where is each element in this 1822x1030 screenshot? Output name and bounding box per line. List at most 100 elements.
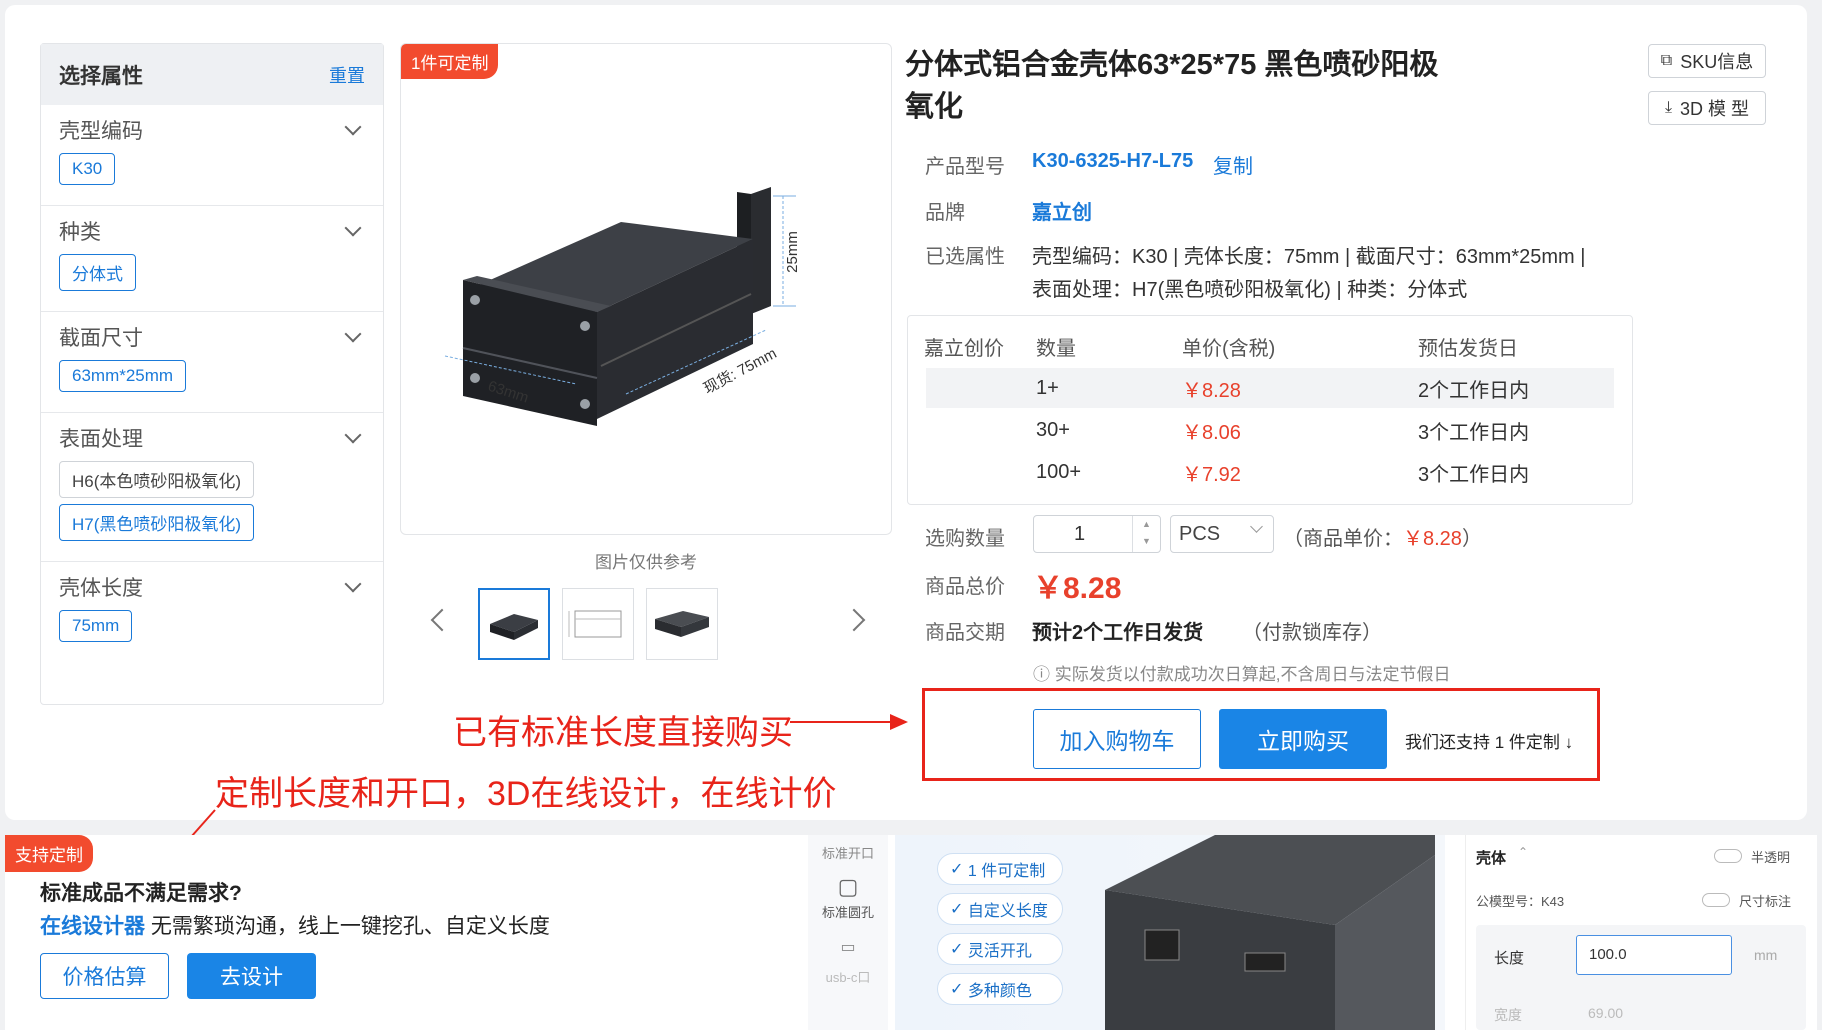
product-title: 分体式铝合金壳体63*25*75 黑色喷砂阳极 氧化 (905, 44, 1505, 128)
copy-icon: ⧉ (1660, 52, 1673, 69)
filter-section-type: 种类 分体式 (41, 206, 383, 312)
buy-now-button[interactable]: 立即购买 (1219, 709, 1387, 769)
stepper-arrows[interactable]: ▲ ▼ (1132, 516, 1160, 552)
chevron-right-icon[interactable] (842, 608, 866, 632)
tier-qty: 30+ (1036, 418, 1070, 441)
filter-section-section-size: 截面尺寸 63mm*25mm (41, 312, 383, 413)
image-note: 图片仅供参考 (595, 553, 697, 572)
go-design-button[interactable]: 去设计 (187, 953, 316, 999)
designer-side-panel: 标准开口 ▢ 标准圆孔 ▭ usb-c口 (808, 835, 888, 1030)
hint-text: 实际发货以付款成功次日算起,不含周日与法定节假日 (1054, 665, 1451, 684)
length-unit: mm (1754, 947, 1778, 963)
tier-ship: 3个工作日内 (1418, 421, 1530, 444)
filter-section-header[interactable]: 壳体长度 (59, 572, 365, 602)
filter-section-header[interactable]: 表面处理 (59, 423, 365, 453)
hole-icon: ▢ (837, 874, 859, 899)
info-icon: ⓘ (1033, 665, 1055, 684)
unit-price-suffix: ） (1461, 528, 1482, 550)
delivery-value: 预计2个工作日发货 (1032, 622, 1204, 644)
header-price-tier: 嘉立创价 (924, 337, 1004, 360)
chevron-up-icon[interactable]: ⌃ (1518, 845, 1528, 859)
unit-value: PCS (1179, 523, 1221, 545)
arrow-down-icon: ↓ (1564, 733, 1574, 752)
annotation-custom-design: 定制长度和开口，3D在线设计，在线计价 (215, 775, 837, 813)
unit-price-prefix: （商品单价： (1283, 528, 1403, 550)
download-icon: ⤓ (1664, 99, 1673, 116)
option-h6[interactable]: H6(本色喷砂阳极氧化) (59, 461, 255, 498)
total-price: ￥8.28 (1033, 572, 1122, 605)
price-estimate-button[interactable]: 价格估算 (40, 953, 169, 999)
brand-label: 品牌 (925, 202, 965, 224)
enclosure-image: 25mm 63mm 现货: 75mm (444, 187, 801, 426)
chevron-down-icon[interactable] (344, 426, 362, 444)
feature-label: 自定义长度 (967, 903, 1048, 920)
filter-title: 选择属性 (59, 64, 143, 88)
tier-ship: 3个工作日内 (1418, 463, 1530, 486)
copy-button[interactable]: 复制 (1213, 150, 1253, 179)
title-line-2: 氧化 (905, 91, 964, 123)
chevron-down-icon[interactable] (344, 325, 362, 343)
feature-flexible-holes: ✓ 灵活开孔 (937, 933, 1063, 965)
dim-height-label: 25mm (784, 231, 801, 273)
filter-section-header[interactable]: 种类 (59, 216, 365, 246)
filter-section-header[interactable]: 壳型编码 (59, 115, 365, 145)
price-table: 嘉立创价 数量 单价(含税) 预估发货日 1+ ￥8.28 2个工作日内 30+… (907, 315, 1633, 505)
decrement-icon[interactable]: ▼ (1133, 533, 1160, 550)
option-k30[interactable]: K30 (59, 153, 116, 185)
dimension-toggle[interactable] (1702, 893, 1730, 907)
chevron-down-icon[interactable] (1250, 520, 1263, 533)
delivery-note: （付款锁库存） (1242, 622, 1382, 644)
model3d-button-label: 3D 模 型 (1680, 99, 1750, 119)
chevron-down-icon[interactable] (344, 118, 362, 136)
add-to-cart-button[interactable]: 加入购物车 (1033, 709, 1201, 769)
designer-properties-panel: 壳体 ⌃ 半透明 公模型号：K43 尺寸标注 长度 100.0 mm 宽度 69… (1465, 835, 1817, 1030)
promo-desc-text: 无需繁琐沟通，线上一键挖孔、自定义长度 (145, 915, 550, 938)
side-standard-round[interactable]: 标准圆孔 (808, 902, 888, 921)
option-63x25[interactable]: 63mm*25mm (59, 360, 187, 392)
feature-colors: ✓ 多种颜色 (937, 973, 1063, 1005)
reset-button[interactable]: 重置 (329, 62, 365, 88)
option-75mm[interactable]: 75mm (59, 610, 133, 642)
price-table-header: 嘉立创价 数量 单价(含税) 预估发货日 (924, 326, 1614, 366)
brand-link[interactable]: 嘉立创 (1032, 196, 1092, 225)
translucent-label: 半透明 (1751, 850, 1791, 865)
model-3d-button[interactable]: ⤓ 3D 模 型 (1648, 91, 1766, 125)
sku-info-button[interactable]: ⧉ SKU信息 (1648, 44, 1766, 78)
designer-link[interactable]: 在线设计器 (40, 915, 145, 938)
side-standard-opening[interactable]: 标准开口 (808, 843, 888, 862)
filter-label: 截面尺寸 (59, 327, 143, 350)
unit-select[interactable]: PCS (1170, 515, 1274, 553)
price-row: 1+ ￥8.28 2个工作日内 (926, 368, 1614, 408)
qty-label: 选购数量 (925, 528, 1005, 550)
chevron-down-icon[interactable] (344, 575, 362, 593)
attributes-label: 已选属性 (925, 246, 1005, 268)
thumbnail-2[interactable] (562, 588, 634, 660)
feature-label: 多种颜色 (967, 983, 1032, 1000)
unit-price-value: ￥8.28 (1403, 528, 1462, 550)
translucent-toggle[interactable] (1714, 849, 1742, 863)
chevron-down-icon[interactable] (344, 219, 362, 237)
tier-price: ￥8.06 (1182, 421, 1241, 444)
custom-support-link[interactable]: 我们还支持 1 件定制 ↓ (1405, 728, 1573, 753)
chevron-left-icon[interactable] (430, 608, 454, 632)
option-split[interactable]: 分体式 (59, 254, 136, 291)
feature-label: 1 件可定制 (967, 863, 1046, 880)
qty-value: 1 (1074, 523, 1086, 545)
tier-price: ￥8.28 (1182, 379, 1241, 402)
side-usbc[interactable]: usb-c口 (808, 967, 888, 986)
annotation-buy-direct: 已有标准长度直接购买 (453, 714, 793, 752)
support-custom-badge: 支持定制 (5, 835, 93, 872)
filter-section-header[interactable]: 截面尺寸 (59, 322, 365, 352)
thumbnail-3[interactable] (646, 588, 718, 660)
product-image-viewer[interactable]: 1件可定制 25mm 63mm 现货: 75mm (400, 43, 892, 535)
filter-label: 表面处理 (59, 428, 143, 451)
delivery-label: 商品交期 (925, 622, 1005, 644)
length-label: 长度 (1494, 950, 1525, 967)
thumbnail-1[interactable] (478, 588, 550, 660)
option-h7[interactable]: H7(黑色喷砂阳极氧化) (59, 504, 255, 541)
delivery-hint: ⓘ 实际发货以付款成功次日算起,不含周日与法定节假日 (1033, 660, 1450, 685)
increment-icon[interactable]: ▲ (1133, 516, 1160, 533)
length-input[interactable]: 100.0 (1576, 935, 1732, 975)
filter-section-shell-code: 壳型编码 K30 (41, 105, 383, 206)
quantity-stepper[interactable]: 1 ▲ ▼ (1033, 515, 1161, 553)
